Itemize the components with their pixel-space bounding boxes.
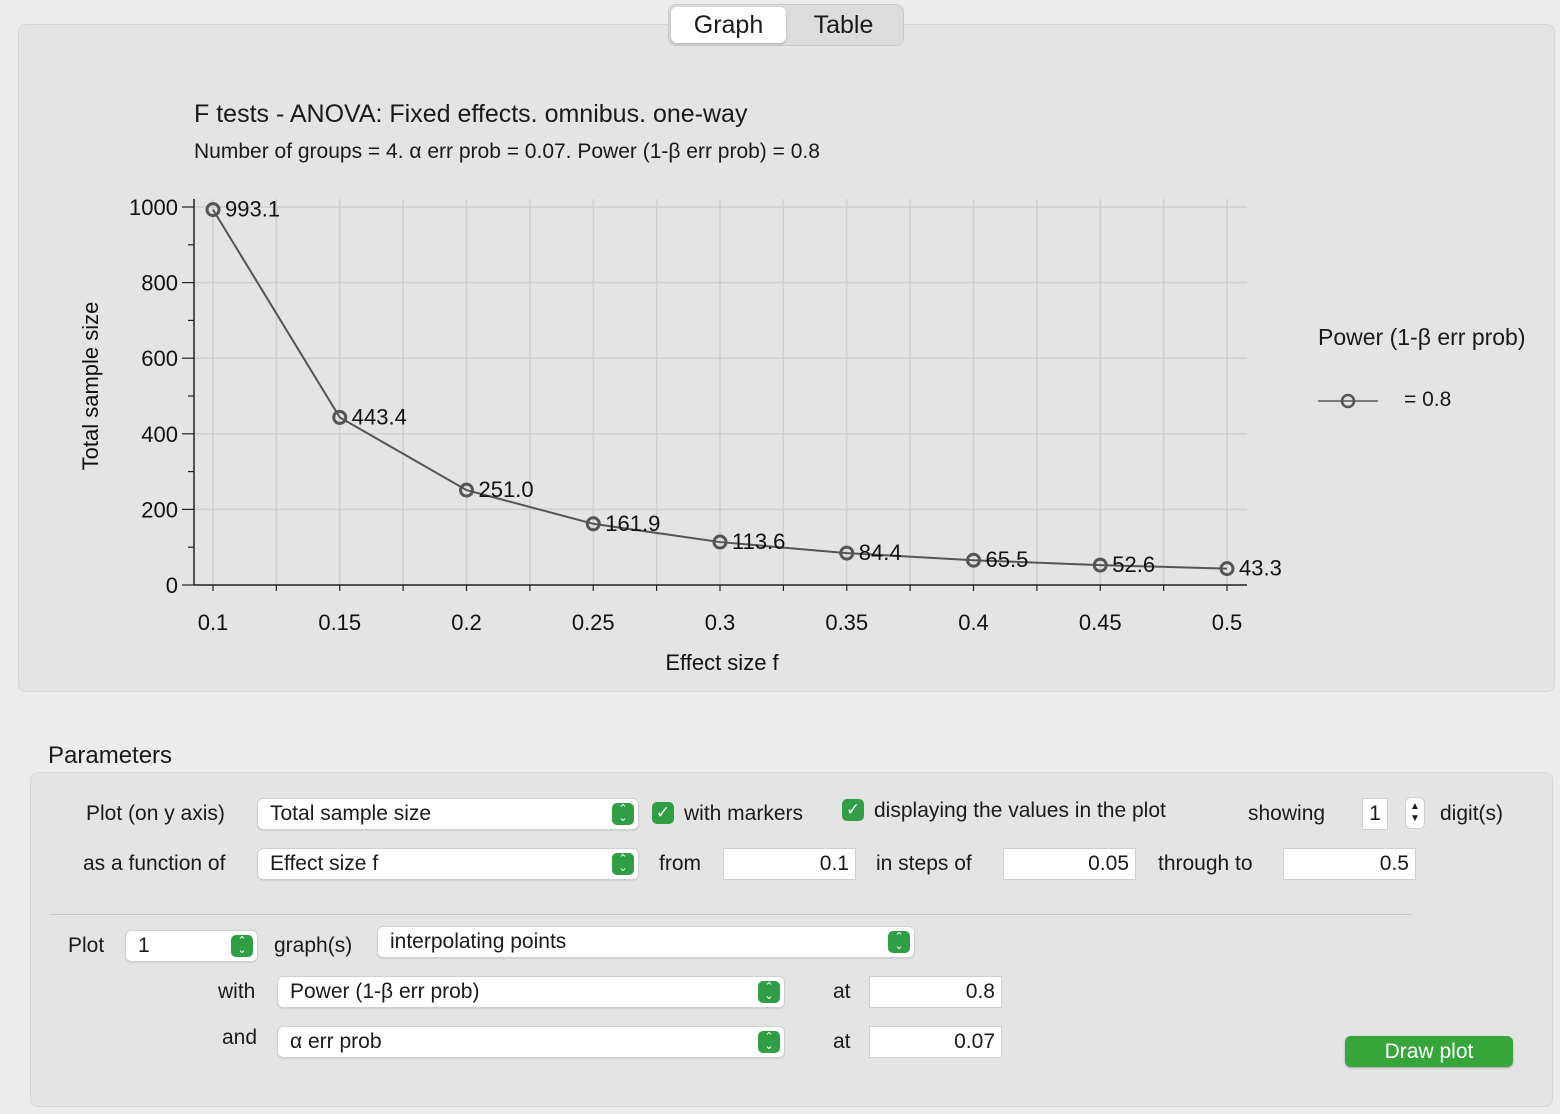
steps-field[interactable]: 0.05 xyxy=(1003,848,1136,880)
display-values-checkbox[interactable]: ✓ xyxy=(842,799,864,821)
tab-graph[interactable]: Graph xyxy=(671,7,786,43)
y-tick-label: 600 xyxy=(141,346,178,371)
updown-chevron-icon: ⌃ ⌄ xyxy=(612,853,634,875)
y-tick-label: 400 xyxy=(141,422,178,447)
x-tick-label: 0.1 xyxy=(198,610,229,635)
plot-y-label: Plot (on y axis) xyxy=(86,802,225,825)
with-select-value: Power (1-β err prob) xyxy=(290,980,480,1003)
legend-series-label: = 0.8 xyxy=(1404,388,1452,411)
x-tick-label: 0.15 xyxy=(318,610,361,635)
y-tick-label: 0 xyxy=(166,573,178,598)
and-at-field[interactable]: 0.07 xyxy=(869,1026,1002,1058)
checkmark-icon: ✓ xyxy=(655,803,671,822)
data-label: 161.9 xyxy=(605,511,660,536)
steps-label: in steps of xyxy=(876,852,972,875)
through-label: through to xyxy=(1158,852,1253,875)
function-label: as a function of xyxy=(83,852,226,875)
plot-y-select-value: Total sample size xyxy=(270,802,432,825)
checkmark-icon: ✓ xyxy=(845,800,861,819)
data-label: 43.3 xyxy=(1239,556,1282,581)
tab-table[interactable]: Table xyxy=(786,7,901,43)
plot-count-select[interactable]: 1 ⌃ ⌄ xyxy=(125,930,258,962)
x-tick-label: 0.35 xyxy=(825,610,868,635)
plot-y-select[interactable]: Total sample size ⌃ ⌄ xyxy=(257,798,639,830)
updown-chevron-icon: ⌃ ⌄ xyxy=(612,803,634,825)
updown-chevron-icon: ⌃ ⌄ xyxy=(231,935,253,957)
data-label: 443.4 xyxy=(352,404,407,429)
digits-field[interactable]: 1 xyxy=(1362,798,1388,830)
with-label: with xyxy=(218,980,256,1003)
plot-count-value: 1 xyxy=(138,934,150,957)
divider xyxy=(50,914,1412,915)
y-tick-label: 200 xyxy=(141,497,178,522)
graphs-label: graph(s) xyxy=(274,934,353,957)
stepper-icon: ▲ ▼ xyxy=(1410,801,1420,824)
x-tick-label: 0.3 xyxy=(705,610,736,635)
function-select[interactable]: Effect size f ⌃ ⌄ xyxy=(257,848,639,880)
function-select-value: Effect size f xyxy=(270,852,379,875)
y-axis-label: Total sample size xyxy=(78,302,103,471)
with-at-label: at xyxy=(833,980,851,1003)
parameters-title: Parameters xyxy=(48,742,173,769)
digits-label: digit(s) xyxy=(1440,802,1504,825)
x-tick-label: 0.5 xyxy=(1212,610,1243,635)
and-label: and xyxy=(222,1026,258,1049)
view-segmented-control[interactable]: Graph Table xyxy=(668,4,904,46)
x-tick-label: 0.45 xyxy=(1079,610,1122,635)
legend-marker xyxy=(1318,393,1378,409)
with-at-field[interactable]: 0.8 xyxy=(869,976,1002,1008)
data-label: 113.6 xyxy=(732,529,785,554)
with-markers-checkbox[interactable]: ✓ xyxy=(652,802,674,824)
showing-label: showing xyxy=(1248,802,1326,825)
interpolation-select[interactable]: interpolating points ⌃ ⌄ xyxy=(377,926,915,958)
from-label: from xyxy=(659,852,701,875)
from-field[interactable]: 0.1 xyxy=(723,848,856,880)
data-label: 84.4 xyxy=(859,540,902,565)
x-tick-label: 0.25 xyxy=(572,610,615,635)
x-tick-label: 0.2 xyxy=(451,610,482,635)
x-tick-label: 0.4 xyxy=(958,610,989,635)
plot-count-label: Plot xyxy=(68,934,105,957)
updown-chevron-icon: ⌃ ⌄ xyxy=(888,931,910,953)
data-label: 65.5 xyxy=(986,547,1029,572)
updown-chevron-icon: ⌃ ⌄ xyxy=(758,981,780,1003)
draw-plot-button[interactable]: Draw plot xyxy=(1345,1036,1513,1067)
y-tick-label: 1000 xyxy=(129,195,178,220)
and-at-label: at xyxy=(833,1030,851,1053)
with-select[interactable]: Power (1-β err prob) ⌃ ⌄ xyxy=(277,976,785,1008)
legend-title: Power (1-β err prob) xyxy=(1318,324,1526,350)
data-label: 52.6 xyxy=(1112,552,1155,577)
x-axis-label: Effect size f xyxy=(665,650,779,675)
digits-stepper[interactable]: ▲ ▼ xyxy=(1405,797,1425,829)
data-label: 251.0 xyxy=(479,477,534,502)
y-tick-label: 800 xyxy=(141,271,178,296)
data-label: 993.1 xyxy=(225,197,280,222)
updown-chevron-icon: ⌃ ⌄ xyxy=(758,1031,780,1053)
through-field[interactable]: 0.5 xyxy=(1283,848,1416,880)
and-select-value: α err prob xyxy=(290,1030,382,1053)
interpolation-value: interpolating points xyxy=(390,930,567,953)
and-select[interactable]: α err prob ⌃ ⌄ xyxy=(277,1026,785,1058)
with-markers-label: with markers xyxy=(684,802,804,825)
display-values-label: displaying the values in the plot xyxy=(874,799,1166,822)
